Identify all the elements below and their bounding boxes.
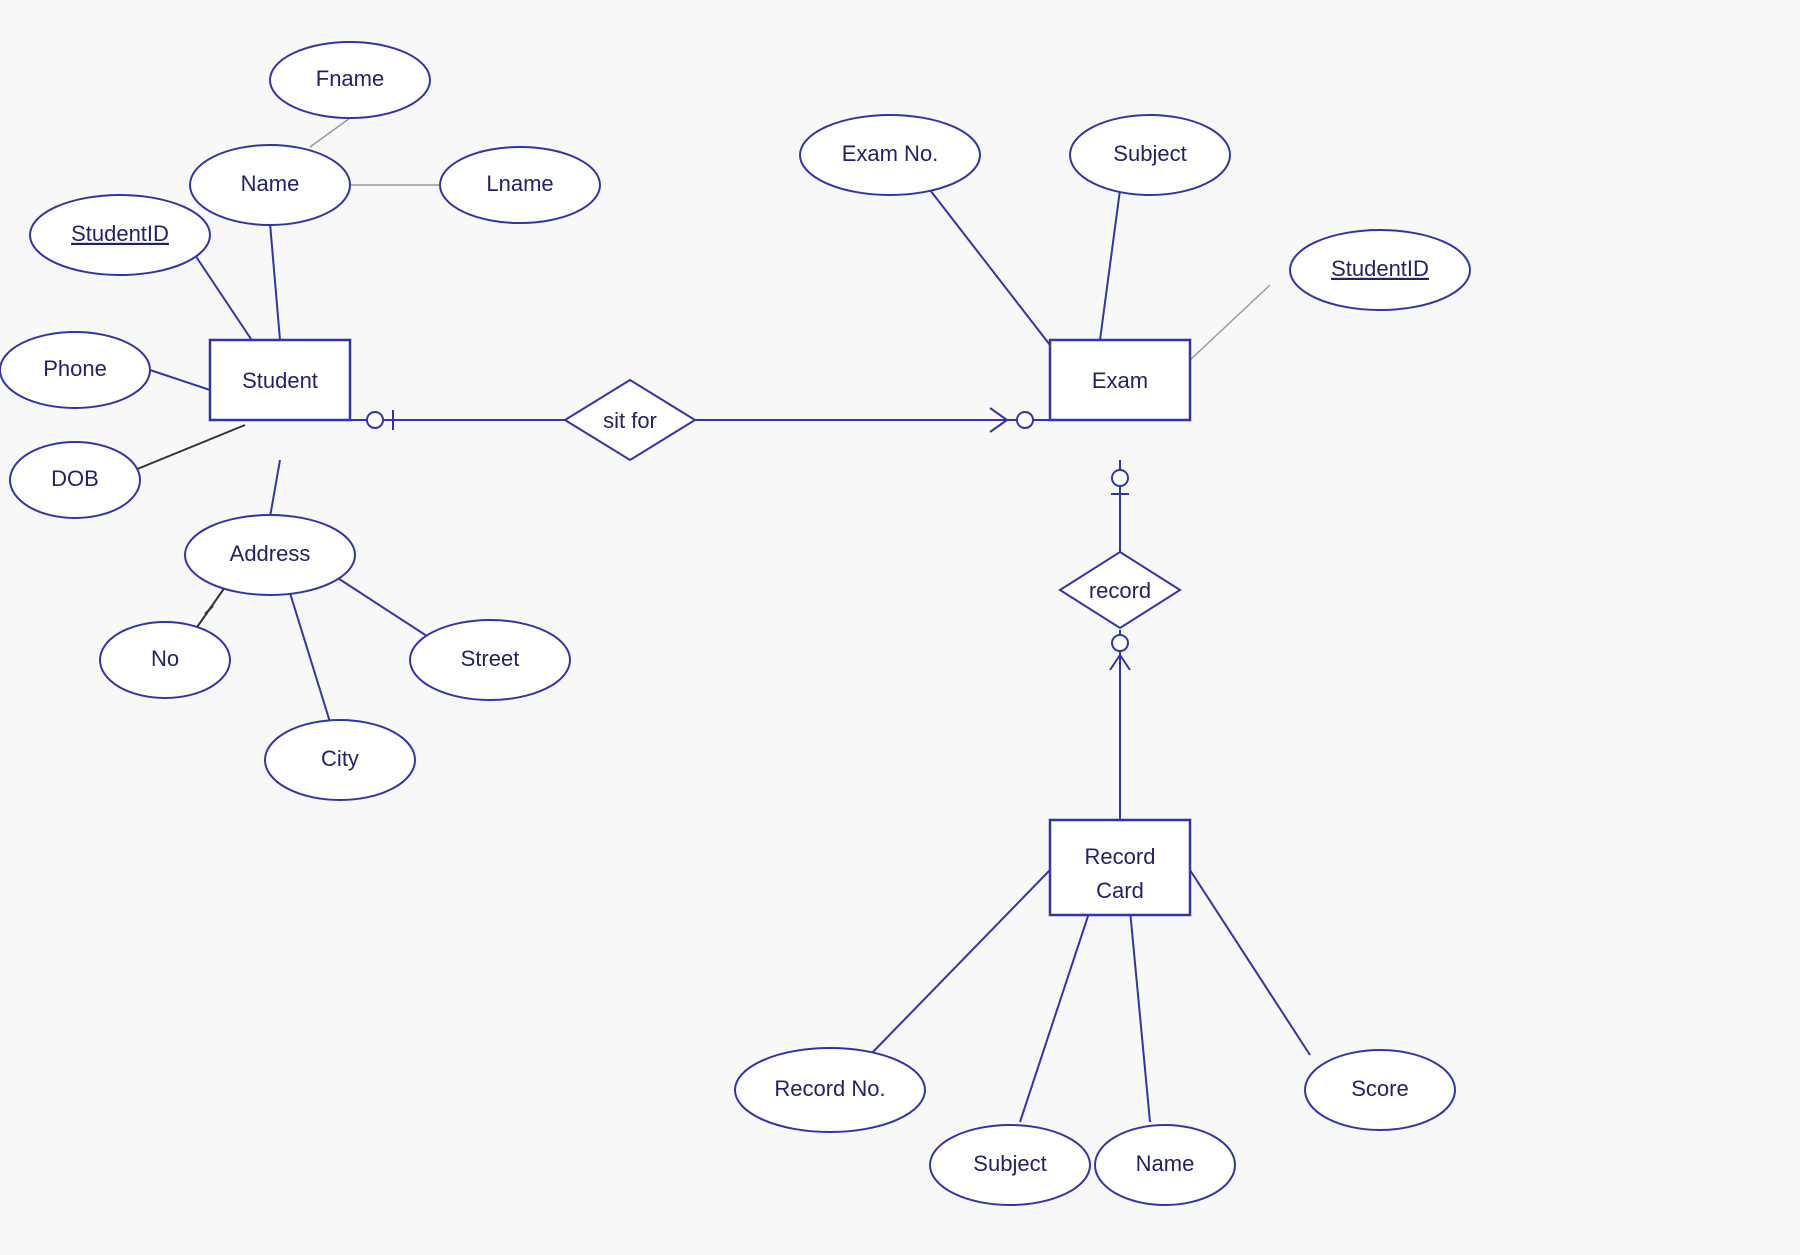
attr-studentid-exam-label: StudentID [1331,256,1429,281]
relationship-record-label: record [1089,578,1151,603]
attr-city-label: City [321,746,359,771]
attr-subject-rc-label: Subject [973,1151,1046,1176]
attr-street-label: Street [461,646,520,671]
line-studentid-student [195,255,255,345]
line-name-student [270,223,280,340]
cardinality-rc-record-zero [1112,635,1128,651]
attr-subject-exam-label: Subject [1113,141,1186,166]
cardinality-rc-cf1 [1110,655,1120,670]
attr-dob-label: DOB [51,466,99,491]
cardinality-exam-cf1 [990,408,1007,420]
line-rc-name [1130,910,1150,1122]
cardinality-exam-record-zero [1112,470,1128,486]
cardinality-rc-cf3 [1120,655,1130,670]
line-studentid-exam [1190,285,1270,360]
attr-lname-label: Lname [486,171,553,196]
attr-name-rc-label: Name [1136,1151,1195,1176]
line-fname-name [310,118,350,147]
tick-address-no [205,606,213,614]
attr-no-label: No [151,646,179,671]
line-subject-exam [1100,190,1120,340]
line-rc-recordno [870,870,1050,1055]
line-rc-score [1190,870,1310,1055]
attr-address-label: Address [230,541,311,566]
line-address-city [290,593,330,722]
cardinality-exam-cf3 [990,420,1007,432]
entity-student-label: Student [242,368,318,393]
line-dob-student [130,425,245,472]
entity-record-card-label2: Card [1096,878,1144,903]
attr-phone-label: Phone [43,356,107,381]
line-phone-student [150,370,210,390]
line-address-street [330,573,430,638]
attr-recordno-label: Record No. [774,1076,885,1101]
attr-name-label: Name [241,171,300,196]
entity-exam-label: Exam [1092,368,1148,393]
cardinality-student-zero [367,412,383,428]
entity-record-card-label1: Record [1085,844,1156,869]
attr-studentid-label: StudentID [71,221,169,246]
cardinality-exam-zero [1017,412,1033,428]
attr-fname-label: Fname [316,66,384,91]
attr-examno-label: Exam No. [842,141,939,166]
line-student-address [270,460,280,517]
line-rc-subject [1020,910,1090,1122]
line-examno-exam [930,190,1050,345]
relationship-sitfor-label: sit for [603,408,657,433]
attr-score-label: Score [1351,1076,1408,1101]
